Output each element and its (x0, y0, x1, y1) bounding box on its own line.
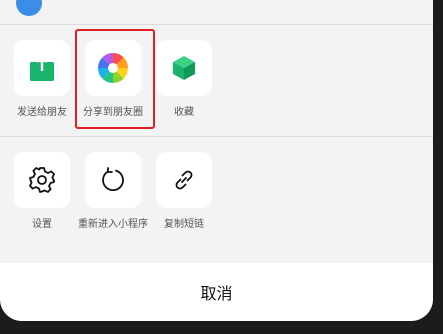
reenter-miniprogram-button[interactable]: 重新进入小程序 (78, 152, 148, 232)
send-to-friend-button[interactable]: 发送给朋友 (14, 40, 70, 120)
send-to-friend-label: 发送给朋友 (17, 107, 67, 118)
favorites-cube-icon (173, 56, 195, 80)
copy-short-link-tile[interactable] (156, 152, 212, 208)
divider (0, 136, 433, 137)
reenter-miniprogram-tile[interactable] (85, 152, 141, 208)
settings-button[interactable]: 设置 (14, 152, 70, 232)
copy-short-link-label: 复制短链 (164, 219, 204, 230)
reenter-miniprogram-label: 重新进入小程序 (78, 219, 148, 230)
share-upload-icon (30, 55, 54, 81)
favorite-label: 收藏 (174, 107, 194, 118)
settings-label: 设置 (32, 219, 52, 230)
gear-icon (29, 167, 55, 193)
share-sheet: 发送给朋友 分享到朋友圈 收藏 设置 重新进入小程序 复制短链 取消 (0, 0, 433, 321)
refresh-icon (102, 167, 124, 192)
favorite-button[interactable]: 收藏 (156, 40, 212, 120)
divider (0, 24, 433, 25)
selection-highlight (75, 29, 155, 129)
settings-tile[interactable] (14, 152, 70, 208)
link-icon (175, 170, 193, 190)
favorite-tile[interactable] (156, 40, 212, 96)
cancel-button[interactable]: 取消 (0, 263, 433, 321)
send-to-friend-tile[interactable] (14, 40, 70, 96)
avatar (16, 0, 42, 16)
copy-short-link-button[interactable]: 复制短链 (156, 152, 212, 232)
